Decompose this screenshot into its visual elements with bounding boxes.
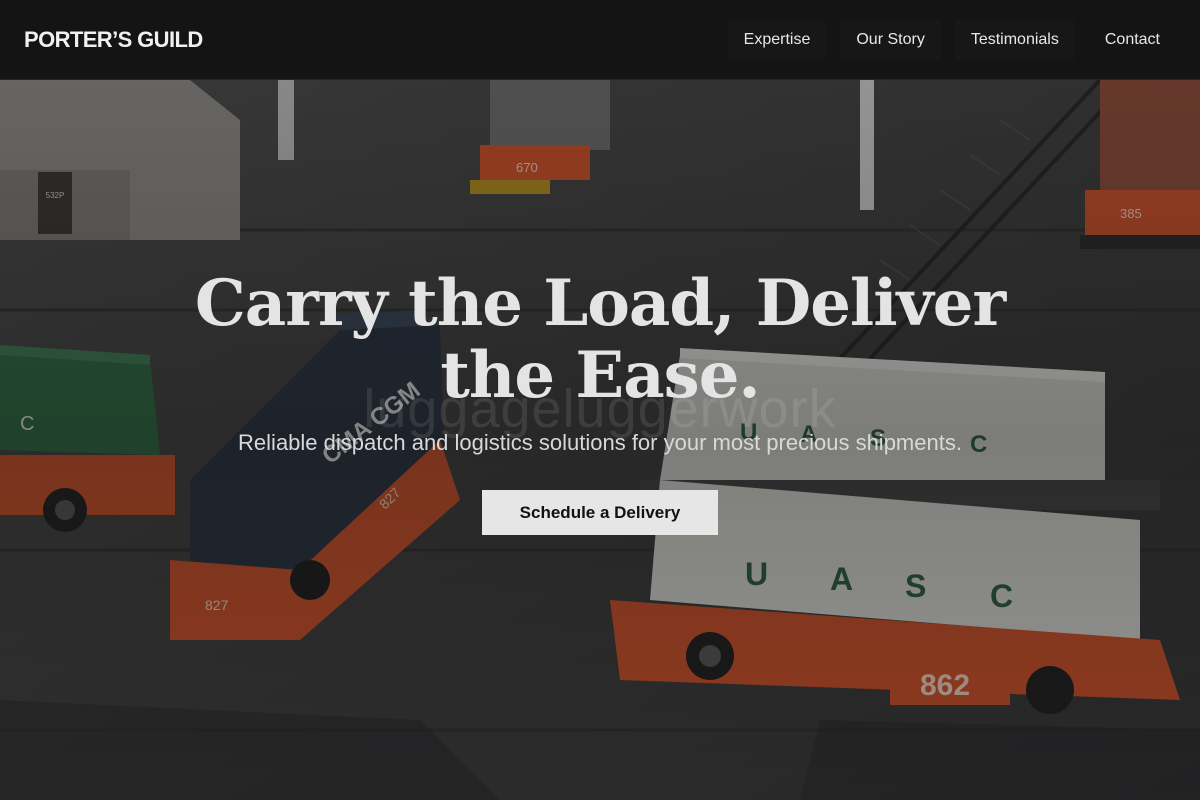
nav-link-our-story[interactable]: Our Story [840, 19, 941, 60]
hero-content: Carry the Load, Deliver the Ease. luggag… [0, 80, 1200, 800]
nav-link-testimonials[interactable]: Testimonials [954, 19, 1075, 60]
hero-subtitle: Reliable dispatch and logistics solution… [238, 430, 962, 455]
top-navigation: PORTER’S GUILD Expertise Our Story Testi… [0, 0, 1200, 80]
nav-links: Expertise Our Story Testimonials Contact [727, 19, 1176, 60]
brand-logo[interactable]: PORTER’S GUILD [24, 27, 203, 53]
nav-link-contact[interactable]: Contact [1089, 20, 1176, 60]
nav-link-expertise[interactable]: Expertise [727, 19, 827, 60]
hero-title: Carry the Load, Deliver the Ease. [194, 266, 1006, 413]
schedule-delivery-button[interactable]: Schedule a Delivery [482, 490, 718, 535]
